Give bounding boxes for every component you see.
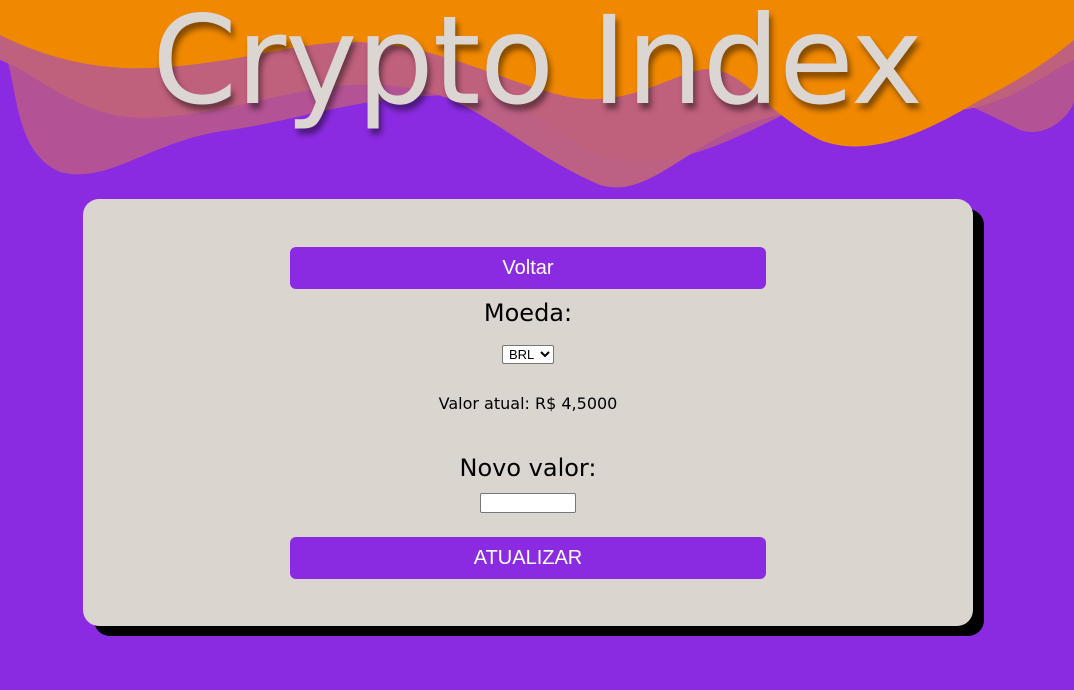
current-value-text: Valor atual: R$ 4,5000 [438, 394, 618, 413]
form-card: Voltar Moeda: BRL Valor atual: R$ 4,5000… [83, 199, 973, 626]
currency-select-wrapper: BRL [290, 344, 766, 364]
new-value-input-wrapper [290, 492, 766, 513]
currency-label: Moeda: [483, 299, 573, 327]
app-title: Crypto Index [151, 0, 923, 132]
back-button[interactable]: Voltar [290, 247, 766, 289]
update-button[interactable]: ATUALIZAR [290, 537, 766, 579]
new-value-input[interactable] [480, 492, 576, 513]
currency-select[interactable]: BRL [502, 345, 554, 364]
new-value-label: Novo valor: [459, 454, 597, 482]
